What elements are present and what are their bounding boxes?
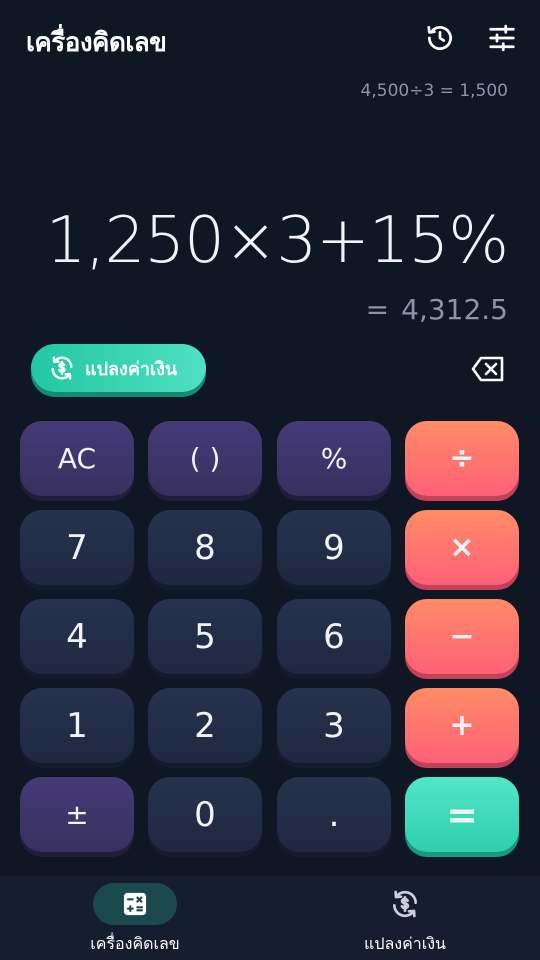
history-icon — [427, 26, 452, 50]
app-title: เครื่องคิดเลข — [26, 28, 167, 58]
settings-button[interactable] — [484, 20, 520, 56]
clear-all-key[interactable]: AC — [20, 421, 134, 496]
digit-2-key[interactable]: 2 — [148, 688, 262, 763]
currency-exchange-icon — [393, 890, 417, 918]
digit-3-key[interactable]: 3 — [277, 688, 391, 763]
sliders-icon — [489, 24, 515, 52]
nav-item-currency-converter[interactable]: แปลงค่าเงิน — [270, 876, 540, 960]
minus-key[interactable]: − — [405, 599, 519, 674]
history-line[interactable]: 4,500÷3 = 1,500 — [361, 81, 508, 101]
result-value: 4,312.5 — [401, 293, 508, 326]
history-button[interactable] — [422, 20, 458, 56]
nav-label-calculator: เครื่องคิดเลข — [90, 934, 180, 953]
bottom-navigation: เครื่องคิดเลข แปลงค่าเงิน — [0, 876, 540, 960]
currency-exchange-icon — [47, 353, 77, 383]
digit-1-key[interactable]: 1 — [20, 688, 134, 763]
nav-item-calculator[interactable]: เครื่องคิดเลข — [0, 876, 270, 960]
plus-minus-key[interactable]: ± — [20, 777, 134, 852]
currency-convert-button[interactable]: แปลงค่าเงิน — [31, 344, 206, 392]
percent-key[interactable]: % — [277, 421, 391, 496]
equals-key[interactable]: = — [405, 777, 519, 852]
backspace-button[interactable] — [466, 352, 510, 386]
digit-0-key[interactable]: 0 — [148, 777, 262, 852]
top-app-bar: เครื่องคิดเลข — [0, 0, 540, 76]
digit-8-key[interactable]: 8 — [148, 510, 262, 585]
backspace-icon — [471, 356, 504, 382]
digit-6-key[interactable]: 6 — [277, 599, 391, 674]
expression-display: 1,250×3+15% — [45, 204, 509, 278]
parentheses-key[interactable]: ( ) — [148, 421, 262, 496]
calculator-icon — [123, 892, 147, 916]
currency-convert-label: แปลงค่าเงิน — [85, 358, 178, 380]
digit-4-key[interactable]: 4 — [20, 599, 134, 674]
multiply-key[interactable]: × — [405, 510, 519, 585]
result-display: = 4,312.5 — [366, 293, 508, 326]
decimal-key[interactable]: . — [277, 777, 391, 852]
nav-label-currency-converter: แปลงค่าเงิน — [364, 934, 446, 953]
nav-icon-container — [363, 883, 447, 925]
digit-5-key[interactable]: 5 — [148, 599, 262, 674]
digit-9-key[interactable]: 9 — [277, 510, 391, 585]
plus-key[interactable]: + — [405, 688, 519, 763]
result-equals-sign: = — [365, 293, 390, 326]
digit-7-key[interactable]: 7 — [20, 510, 134, 585]
keypad: AC ( ) % ÷ 7 8 9 × 4 5 6 − 1 2 3 + ± 0 .… — [20, 421, 520, 855]
divide-key[interactable]: ÷ — [405, 421, 519, 496]
nav-active-indicator — [93, 883, 177, 925]
